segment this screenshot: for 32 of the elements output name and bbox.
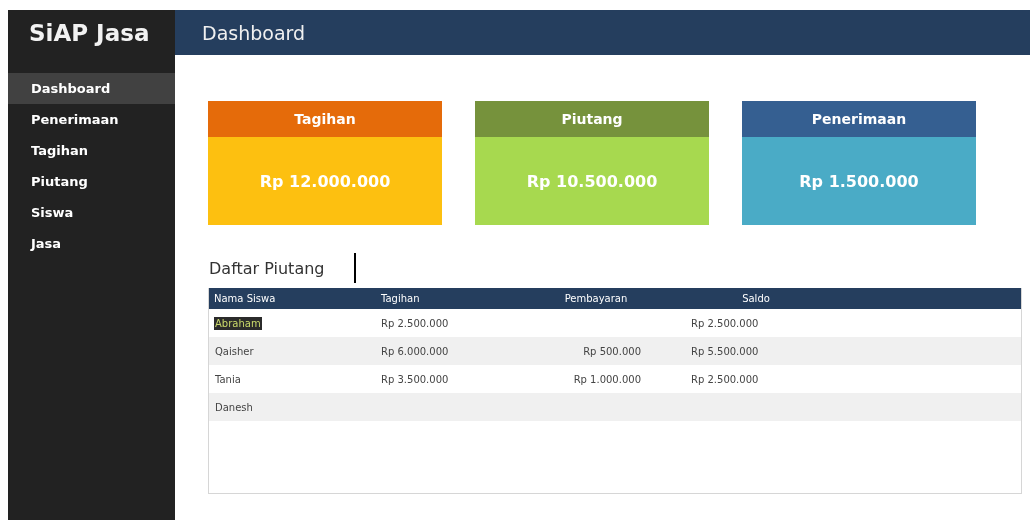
column-header: Nama Siswa	[213, 293, 277, 304]
table-cell[interactable]: Tania	[214, 372, 242, 386]
table-cell[interactable]: Abraham	[214, 316, 262, 330]
column-header: Pembayaran	[563, 293, 629, 304]
card-title: Tagihan	[208, 101, 442, 137]
section-title: Daftar Piutang	[209, 258, 325, 278]
table-cell-text: Rp 2.500.000	[381, 317, 450, 329]
table-cell-text: Rp 2.500.000	[691, 317, 760, 329]
card-value: Rp 12.000.000	[208, 137, 442, 225]
sidebar-item[interactable]: Penerimaan	[8, 104, 175, 135]
table-cell-text: Rp 500.000	[582, 345, 641, 357]
card-title: Penerimaan	[742, 101, 976, 137]
card-value: Rp 10.500.000	[475, 137, 709, 225]
column-header: Saldo	[741, 293, 771, 304]
table-cell-text: Rp 3.500.000	[381, 373, 450, 385]
sidebar-item[interactable]: Dashboard	[8, 73, 175, 104]
table-cell-text: Rp 2.500.000	[691, 373, 760, 385]
table-cell[interactable]: Qaisher	[214, 344, 255, 358]
card-value: Rp 1.500.000	[742, 137, 976, 225]
sidebar-item[interactable]: Jasa	[8, 228, 175, 259]
page-header: Dashboard	[175, 10, 1030, 55]
column-header: Tagihan	[381, 293, 421, 304]
sidebar-item[interactable]: Siswa	[8, 197, 175, 228]
sidebar-item[interactable]: Tagihan	[8, 135, 175, 166]
text-cursor	[354, 253, 357, 283]
table-cell-text: Rp 1.000.000	[572, 373, 641, 385]
table-cell-text: Rp 5.500.000	[691, 345, 760, 357]
app-brand: SiAP Jasa	[28, 18, 151, 48]
sidebar-item[interactable]: Piutang	[8, 166, 175, 197]
table-cell-text: Rp 6.000.000	[381, 345, 450, 357]
card-title: Piutang	[475, 101, 709, 137]
table-cell[interactable]: Danesh	[214, 400, 254, 414]
